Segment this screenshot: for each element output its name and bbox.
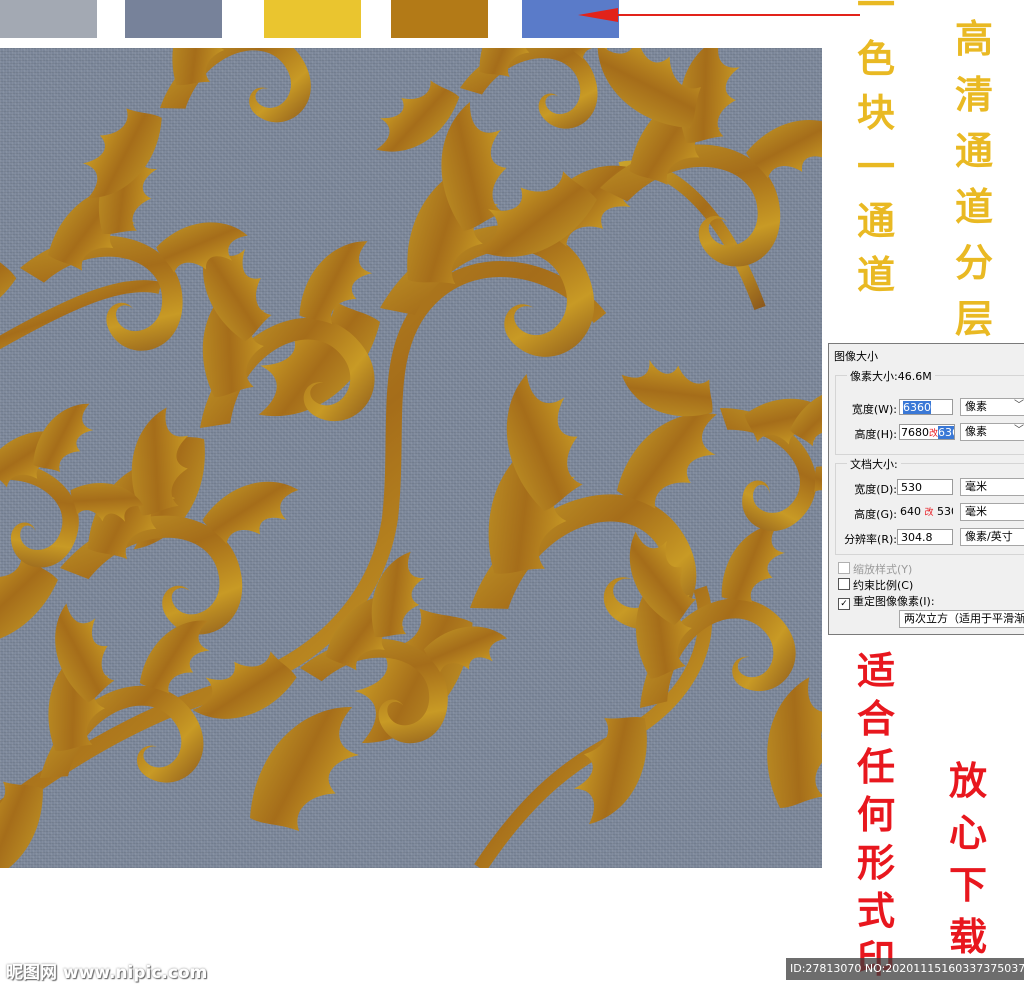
- doc-width-label: 宽度(D):: [854, 483, 897, 496]
- doc-height-unit-select[interactable]: 毫米: [960, 503, 1024, 521]
- width-label: 宽度(W):: [851, 403, 897, 416]
- watermark-id: ID:27813070 NO:20201115160337375037: [786, 958, 1024, 980]
- char: 形: [856, 840, 895, 885]
- width-value: 6360: [903, 401, 931, 414]
- scale-styles-checkbox[interactable]: 缩放样式(Y): [838, 561, 912, 577]
- color-swatch-1: [0, 0, 97, 38]
- char: 一: [856, 144, 895, 189]
- char: 分: [954, 240, 993, 285]
- height-unit: 像素: [965, 425, 987, 438]
- height-old-value: 7680: [901, 426, 929, 439]
- char: 色: [856, 36, 895, 81]
- char: 道: [856, 252, 895, 297]
- width-input[interactable]: 6360: [899, 399, 953, 415]
- width-unit: 像素: [965, 400, 987, 413]
- char: 放: [948, 758, 987, 803]
- resolution-unit-select[interactable]: 像素/英寸: [960, 528, 1024, 546]
- doc-width-input[interactable]: 530: [897, 479, 953, 495]
- char: 适: [856, 648, 895, 693]
- red-arrow-line: [588, 14, 860, 16]
- char: 任: [856, 744, 895, 789]
- char: 块: [856, 90, 895, 135]
- char: 清: [954, 72, 993, 117]
- height-unit-select[interactable]: 像素 ﹀: [960, 423, 1024, 441]
- char: 通: [954, 128, 993, 173]
- doc-height-label: 高度(G):: [854, 508, 897, 521]
- height-label: 高度(H):: [854, 428, 897, 441]
- checkbox-box: [838, 578, 850, 590]
- height-value: 6360: [938, 426, 954, 439]
- resolution-value: 304.8: [901, 531, 933, 544]
- resample-label: 重定图像像素(I):: [853, 595, 935, 608]
- doc-height-change-mark: 改: [924, 508, 934, 518]
- doc-height-input[interactable]: 640 改 530: [897, 504, 953, 520]
- resolution-input[interactable]: 304.8: [897, 529, 953, 545]
- char: 何: [856, 792, 895, 837]
- color-swatch-4: [391, 0, 488, 38]
- scale-styles-label: 缩放样式(Y): [853, 563, 913, 576]
- damask-ornament-graphic: [0, 48, 822, 868]
- doc-width-unit: 毫米: [965, 480, 987, 493]
- doc-height-unit: 毫米: [965, 505, 987, 518]
- vertical-text-download: 放 心 下 载: [944, 762, 992, 970]
- red-arrow-icon: [578, 8, 618, 22]
- color-swatch-2: [125, 0, 222, 38]
- chevron-down-icon: ﹀: [1014, 400, 1024, 411]
- checkmark-icon: ✓: [838, 598, 850, 610]
- checkbox-box: [838, 562, 850, 574]
- vertical-text-print-any-form: 适 合 任 何 形 式 印: [852, 652, 900, 988]
- doc-height-old-value: 640: [900, 505, 921, 518]
- height-input[interactable]: 7680改6360: [899, 424, 955, 440]
- pixel-dimensions-label: 像素大小:46.6M: [847, 368, 935, 384]
- resample-method: 两次立方（适用于平滑渐变: [904, 612, 1024, 625]
- char: 道: [954, 184, 993, 229]
- char: 合: [856, 696, 895, 741]
- resample-checkbox[interactable]: ✓ 重定图像像素(I):: [838, 593, 935, 610]
- char: 心: [948, 810, 987, 855]
- doc-width-unit-select[interactable]: 毫米: [960, 478, 1024, 496]
- constrain-label: 约束比例(C): [853, 579, 914, 592]
- dialog-title: 图像大小: [834, 350, 878, 363]
- damask-pattern-image: [0, 48, 822, 868]
- chevron-down-icon: ﹀: [1014, 425, 1024, 436]
- constrain-proportions-checkbox[interactable]: 约束比例(C): [838, 577, 913, 593]
- width-unit-select[interactable]: 像素 ﹀: [960, 398, 1024, 416]
- char: 通: [856, 198, 895, 243]
- char: 一: [856, 0, 895, 27]
- resample-method-select[interactable]: 两次立方（适用于平滑渐变: [899, 610, 1024, 628]
- char: 下: [948, 862, 987, 907]
- char: 高: [954, 16, 993, 61]
- document-size-label: 文档大小:: [847, 456, 901, 472]
- vertical-text-color-channel: 一 色 块 一 通 道: [852, 0, 900, 310]
- height-change-mark: 改: [929, 429, 939, 439]
- doc-height-value: 530: [937, 505, 953, 518]
- watermark-site: 昵图网 www.nipic.com: [6, 963, 208, 983]
- color-swatch-3: [264, 0, 361, 38]
- resolution-unit: 像素/英寸: [965, 530, 1013, 543]
- vertical-text-hd-layers: 高 清 通 道 分 层: [950, 20, 998, 356]
- resolution-label: 分辨率(R):: [844, 533, 897, 546]
- doc-width-value: 530: [901, 481, 922, 494]
- char: 式: [856, 888, 895, 933]
- image-size-dialog: 图像大小 像素大小:46.6M 宽度(W): 6360 像素 ﹀ 高度(H): 7…: [828, 343, 1024, 635]
